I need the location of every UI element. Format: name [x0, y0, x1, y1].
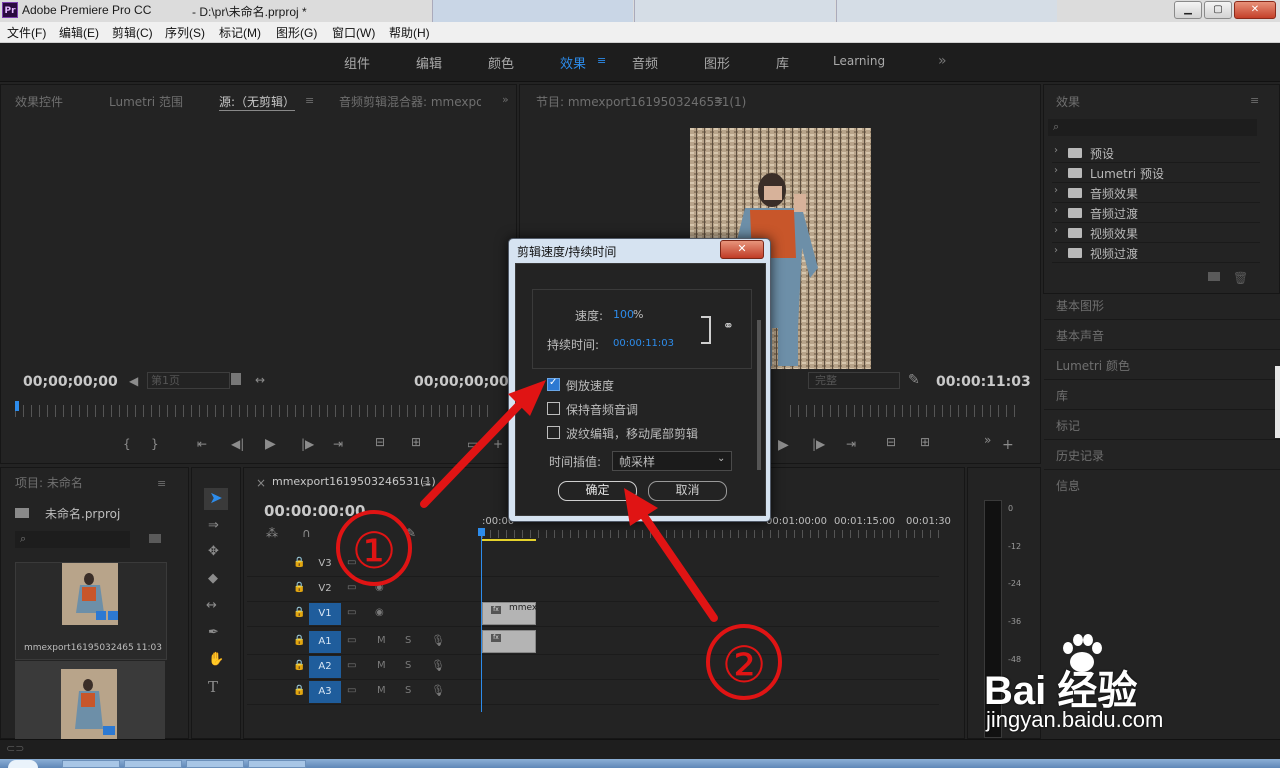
annotation-number-1: ① — [336, 510, 412, 586]
baidu-watermark-url: jingyan.baidu.com — [986, 707, 1164, 732]
baidu-paw-icon — [1063, 634, 1102, 672]
annotation-arrow-1 — [420, 380, 546, 508]
annotation-arrow-2 — [624, 488, 718, 622]
annotation-number-2: ② — [706, 624, 782, 700]
